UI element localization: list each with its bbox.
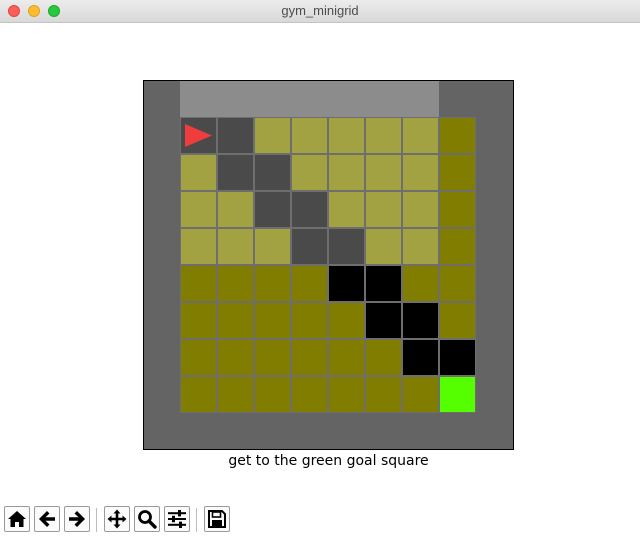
grid-cell xyxy=(439,154,476,191)
grid-cell xyxy=(365,154,402,191)
grid-cell xyxy=(365,265,402,302)
grid-cell xyxy=(365,376,402,413)
grid-cell xyxy=(328,154,365,191)
grid-cell xyxy=(291,228,328,265)
grid-cell xyxy=(328,265,365,302)
grid-cell xyxy=(180,376,217,413)
pan-move-icon xyxy=(107,509,127,529)
grid-cell xyxy=(365,191,402,228)
back-button[interactable] xyxy=(34,506,60,532)
grid-cell xyxy=(328,228,365,265)
grid-cell xyxy=(328,191,365,228)
grid-cell xyxy=(180,154,217,191)
grid-cell xyxy=(291,191,328,228)
grid-cell xyxy=(217,228,254,265)
save-icon xyxy=(208,510,226,528)
grid-cell xyxy=(439,191,476,228)
grid-cell xyxy=(291,154,328,191)
grid-cell xyxy=(291,376,328,413)
mission-text: get to the green goal square xyxy=(228,453,429,469)
grid-cell xyxy=(291,302,328,339)
forward-button[interactable] xyxy=(64,506,90,532)
grid-cell xyxy=(254,154,291,191)
minigrid-render xyxy=(143,80,514,450)
grid-cell xyxy=(217,154,254,191)
window-titlebar: gym_minigrid xyxy=(0,0,640,23)
grid-cell xyxy=(402,302,439,339)
configure-subplots-icon xyxy=(168,510,186,528)
grid-cell xyxy=(180,339,217,376)
grid-cell xyxy=(402,228,439,265)
grid-cell xyxy=(365,228,402,265)
grid-cell xyxy=(402,376,439,413)
grid-cell xyxy=(217,191,254,228)
grid-cell xyxy=(254,339,291,376)
pan-button[interactable] xyxy=(104,506,130,532)
save-button[interactable] xyxy=(204,506,230,532)
grid-cell xyxy=(254,117,291,154)
zoom-button[interactable] xyxy=(134,506,160,532)
toolbar-separator xyxy=(96,508,97,532)
configure-subplots-button[interactable] xyxy=(164,506,190,532)
grid-cell xyxy=(254,228,291,265)
grid-cell xyxy=(217,117,254,154)
grid-cell xyxy=(328,376,365,413)
grid-cell xyxy=(291,117,328,154)
grid-cell xyxy=(439,339,476,376)
grid-cell xyxy=(365,339,402,376)
agent-cell xyxy=(180,117,217,154)
grid-cell xyxy=(180,191,217,228)
home-button[interactable] xyxy=(4,506,30,532)
grid-cell xyxy=(328,117,365,154)
grid-cell xyxy=(402,117,439,154)
goal-square xyxy=(439,376,476,413)
grid-cell xyxy=(217,265,254,302)
grid-cell xyxy=(254,376,291,413)
grid-cell xyxy=(365,117,402,154)
grid-cell xyxy=(254,191,291,228)
home-icon xyxy=(8,511,26,527)
grid-cell xyxy=(439,117,476,154)
grid-cell xyxy=(180,302,217,339)
agent-triangle-icon xyxy=(185,124,212,147)
back-arrow-icon xyxy=(39,511,55,527)
zoom-icon xyxy=(138,510,157,529)
grid-cell xyxy=(254,265,291,302)
agent-view-highlight xyxy=(180,81,439,117)
grid-cell xyxy=(365,302,402,339)
grid-cell xyxy=(217,339,254,376)
grid-cell xyxy=(328,302,365,339)
grid-cell xyxy=(254,302,291,339)
grid-cell xyxy=(402,265,439,302)
toolbar-separator xyxy=(196,508,197,532)
grid-cell xyxy=(291,339,328,376)
grid-cell xyxy=(402,339,439,376)
grid-cell xyxy=(402,154,439,191)
grid-cell xyxy=(180,228,217,265)
grid-cell xyxy=(328,339,365,376)
grid-cell xyxy=(217,376,254,413)
grid-cell xyxy=(291,265,328,302)
grid-cell xyxy=(402,191,439,228)
window-title: gym_minigrid xyxy=(281,3,359,18)
grid-cell xyxy=(180,265,217,302)
grid-cell xyxy=(439,302,476,339)
grid-cell xyxy=(217,302,254,339)
forward-arrow-icon xyxy=(69,511,85,527)
grid-cell xyxy=(439,265,476,302)
grid-cell xyxy=(439,228,476,265)
